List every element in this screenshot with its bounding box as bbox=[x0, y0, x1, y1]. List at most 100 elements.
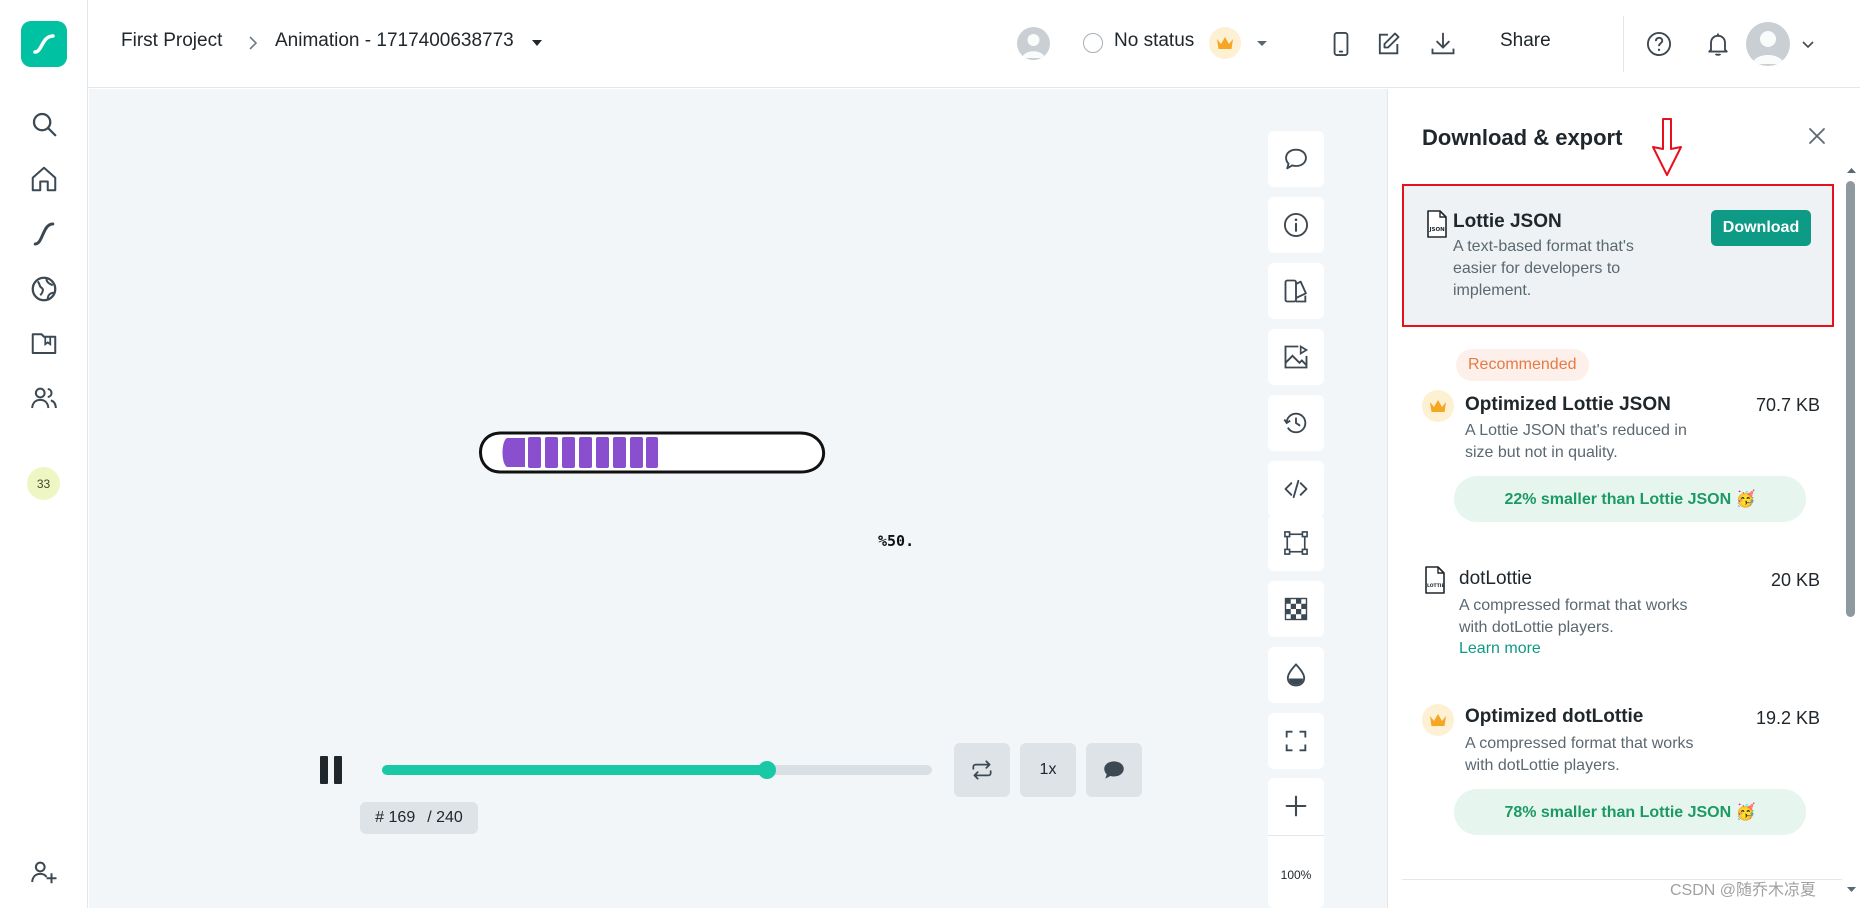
playback-scrubber[interactable] bbox=[382, 761, 932, 779]
users-icon bbox=[31, 387, 57, 409]
invite-members-button[interactable] bbox=[26, 854, 62, 890]
loop-icon bbox=[972, 760, 992, 780]
caret-down-icon[interactable] bbox=[528, 34, 546, 52]
mobile-phone-icon bbox=[1333, 31, 1349, 57]
lottie-file-icon: LOTTIE bbox=[1425, 566, 1445, 594]
optimized-dotlottie-name[interactable]: Optimized dotLottie bbox=[1465, 706, 1643, 728]
team-nav-button[interactable] bbox=[26, 380, 62, 416]
json-file-icon: JSON bbox=[1427, 210, 1447, 238]
library-nav-button[interactable] bbox=[26, 325, 62, 361]
download-toolbar-button[interactable] bbox=[1426, 27, 1460, 61]
dotlottie-name[interactable]: dotLottie bbox=[1459, 568, 1532, 590]
color-drop-icon bbox=[1286, 663, 1306, 687]
zoom-in-icon[interactable] bbox=[1282, 792, 1310, 820]
chevron-down-icon[interactable] bbox=[1800, 36, 1816, 52]
edit-pencil-icon bbox=[1378, 32, 1400, 55]
background-color-tool[interactable] bbox=[1268, 647, 1324, 703]
globe-icon bbox=[31, 276, 57, 302]
status-dropdown-icon[interactable] bbox=[1254, 35, 1270, 51]
animation-canvas bbox=[89, 89, 1387, 908]
option-description: A text-based format that's easier for de… bbox=[1453, 238, 1634, 299]
close-icon[interactable] bbox=[1806, 125, 1828, 147]
download-export-panel: Download & export JSON Lottie JSON A tex… bbox=[1387, 89, 1860, 908]
playback-progress-fill bbox=[382, 765, 767, 775]
share-button[interactable]: Share bbox=[1500, 30, 1551, 52]
help-button[interactable] bbox=[1642, 27, 1676, 61]
theme-editor-tool[interactable] bbox=[1268, 263, 1324, 319]
panel-scrollbar[interactable] bbox=[1842, 89, 1860, 908]
breadcrumb-project[interactable]: First Project bbox=[121, 30, 222, 52]
status-radio[interactable] bbox=[1083, 33, 1103, 53]
optimized-dotlottie-size: 19.2 KB bbox=[1755, 708, 1820, 728]
edit-button[interactable] bbox=[1371, 27, 1405, 61]
bounding-box-tool[interactable] bbox=[1268, 515, 1324, 571]
image-icon bbox=[1284, 345, 1309, 369]
status-label[interactable]: No status bbox=[1114, 30, 1194, 52]
premium-crown-badge bbox=[1422, 390, 1454, 422]
toolbar-divider bbox=[1623, 16, 1624, 72]
palette-swatch-icon bbox=[1284, 279, 1307, 303]
animations-nav-button[interactable] bbox=[26, 216, 62, 252]
playback-speed-button[interactable]: 1x bbox=[1020, 743, 1076, 797]
code-tool[interactable] bbox=[1268, 461, 1324, 517]
player-comment-button[interactable] bbox=[1086, 743, 1142, 797]
premium-crown-badge bbox=[1209, 27, 1241, 59]
add-user-icon bbox=[31, 861, 57, 884]
optimized-lottie-json-description: A Lottie JSON that's reduced in size but… bbox=[1465, 422, 1687, 461]
user-avatar[interactable] bbox=[1746, 22, 1790, 66]
home-nav-button[interactable] bbox=[26, 161, 62, 197]
optimized-lottie-json-name[interactable]: Optimized Lottie JSON bbox=[1465, 394, 1671, 416]
mobile-preview-button[interactable] bbox=[1324, 27, 1358, 61]
search-icon bbox=[32, 112, 57, 137]
scroll-thumb[interactable] bbox=[1846, 181, 1855, 617]
premium-crown-badge bbox=[1422, 704, 1454, 736]
user-avatar-icon bbox=[1752, 31, 1784, 64]
fullscreen-tool[interactable] bbox=[1268, 713, 1324, 769]
scroll-down-icon[interactable] bbox=[1842, 882, 1860, 896]
comment-icon bbox=[1104, 761, 1124, 779]
comment-tool[interactable] bbox=[1268, 131, 1324, 187]
current-frame: # 169 bbox=[375, 809, 416, 826]
scroll-up-icon[interactable] bbox=[1842, 164, 1860, 178]
pause-icon-bar bbox=[334, 756, 342, 784]
option-name: Lottie JSON bbox=[1453, 211, 1562, 232]
code-icon bbox=[1284, 479, 1308, 499]
learn-more-link[interactable]: Learn more bbox=[1459, 640, 1541, 658]
progress-bar-animation bbox=[479, 431, 826, 474]
version-history-tool[interactable] bbox=[1268, 395, 1324, 451]
download-button[interactable]: Download bbox=[1711, 210, 1811, 246]
panel-title: Download & export bbox=[1422, 125, 1623, 150]
discover-nav-button[interactable] bbox=[26, 271, 62, 307]
loop-button[interactable] bbox=[954, 743, 1010, 797]
fullscreen-icon bbox=[1285, 730, 1307, 752]
frame-counter[interactable]: # 169 / 240 bbox=[360, 802, 478, 834]
crown-icon bbox=[1430, 400, 1446, 412]
optimized-lottie-json-size: 70.7 KB bbox=[1755, 395, 1820, 415]
user-avatar-icon bbox=[1022, 34, 1045, 58]
history-icon bbox=[1283, 412, 1307, 434]
bell-icon bbox=[1708, 33, 1728, 56]
image-preview-tool[interactable] bbox=[1268, 329, 1324, 385]
pause-icon bbox=[320, 756, 328, 784]
scrubber-handle[interactable] bbox=[758, 761, 776, 779]
collaborator-avatar[interactable] bbox=[1017, 27, 1050, 60]
zoom-control: 100% bbox=[1268, 778, 1324, 908]
size-saving-pill: 78% smaller than Lottie JSON 🥳 bbox=[1454, 789, 1806, 835]
notification-count-badge[interactable]: 33 bbox=[27, 467, 60, 500]
pause-button[interactable] bbox=[320, 756, 346, 784]
crown-icon bbox=[1217, 37, 1233, 49]
info-tool[interactable] bbox=[1268, 197, 1324, 253]
lottie-json-option[interactable]: JSON Lottie JSON A text-based format tha… bbox=[1402, 184, 1834, 327]
notifications-button[interactable] bbox=[1701, 27, 1735, 61]
breadcrumb-animation[interactable]: Animation - 1717400638773 bbox=[275, 30, 514, 52]
dotlottie-description: A compressed format that works with dotL… bbox=[1459, 597, 1688, 636]
lottiefiles-logo[interactable] bbox=[21, 21, 67, 67]
home-icon bbox=[31, 166, 57, 192]
search-nav-button[interactable] bbox=[26, 106, 62, 142]
zoom-level[interactable]: 100% bbox=[1268, 868, 1324, 882]
lottie-curve-icon bbox=[33, 222, 55, 246]
watermark-text: CSDN @随乔木凉夏 bbox=[1670, 882, 1817, 899]
transparency-grid-tool[interactable] bbox=[1268, 581, 1324, 637]
chevron-right-icon bbox=[249, 36, 258, 50]
optimized-dotlottie-description: A compressed format that works with dotL… bbox=[1465, 735, 1694, 774]
